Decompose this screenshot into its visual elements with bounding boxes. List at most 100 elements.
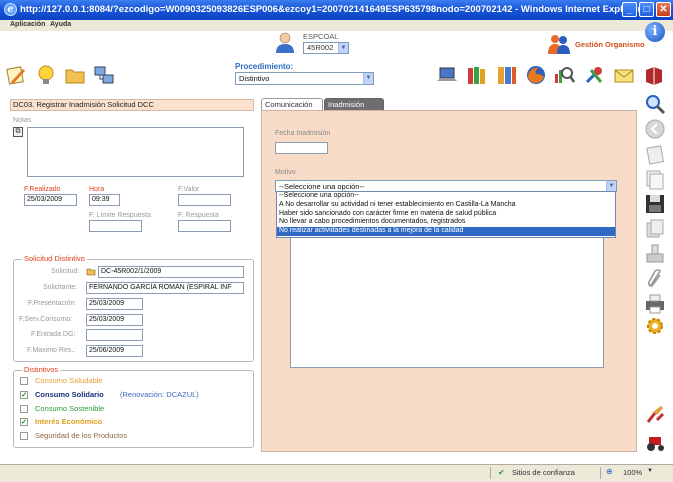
globe-icon: ⊕	[606, 467, 613, 476]
chevron-down-icon: ▼	[338, 43, 348, 53]
f-presentacion-input[interactable]: 25/03/2009	[86, 298, 143, 310]
motivo-description-area	[290, 237, 604, 368]
distintivos-legend: Distintivos	[22, 365, 61, 374]
solicitante-label: Solicitante:	[43, 284, 78, 291]
notes-expand-icon[interactable]: ⧉	[13, 127, 23, 137]
checkbox-unchecked[interactable]	[20, 432, 28, 441]
solicitud-label: Solicitud:	[51, 268, 80, 275]
copy-icon[interactable]	[643, 217, 667, 241]
f-limite-respuesta-input[interactable]	[89, 220, 142, 232]
gestion-organismo-label[interactable]: Gestión Organismo	[575, 40, 645, 49]
f-respuesta-input[interactable]	[178, 220, 231, 232]
envelope-icon[interactable]	[613, 64, 635, 86]
distintivo-label: Seguridad de los Productos	[35, 431, 128, 441]
hora-input[interactable]: 09:39	[89, 194, 120, 206]
binders-icon[interactable]	[496, 64, 518, 86]
minimize-button[interactable]: _	[622, 2, 637, 17]
status-bar: ✔ Sitios de confianza ⊕ 100% ▼	[0, 464, 673, 482]
user-icon	[276, 32, 294, 53]
f-respuesta-label: F. Respuesta	[178, 212, 219, 219]
close-button[interactable]: ✕	[656, 2, 671, 17]
checkbox-checked[interactable]: ✓	[20, 418, 28, 427]
back-arrow-icon[interactable]	[643, 117, 667, 141]
zoom-control[interactable]: ⊕ 100% ▼	[600, 467, 673, 479]
stamp-icon[interactable]	[643, 242, 667, 266]
espcoal-label: ESPCOAL	[303, 32, 339, 41]
folder-icon[interactable]	[86, 267, 96, 277]
f-serv-consumo-input[interactable]: 25/03/2009	[86, 314, 143, 326]
motivo-option[interactable]: Haber sido sancionado con carácter firme…	[277, 210, 615, 219]
security-zone: ✔ Sitios de confianza	[490, 467, 600, 479]
chevron-down-icon: ▼	[647, 468, 653, 474]
clean-brush-icon[interactable]	[643, 402, 667, 426]
motivo-selected-value: --Seleccione una opción--	[279, 182, 365, 191]
f-entrada-dg-label: F.Entrada DG:	[31, 331, 76, 338]
edit-document-icon[interactable]	[5, 64, 27, 86]
espcoal-select[interactable]: 45R002 ▼	[303, 42, 349, 54]
motivo-option[interactable]: A No desarrollar su actividad ni tener e…	[277, 201, 615, 210]
f-realizado-label: F.Realizado	[24, 186, 61, 193]
tab-comunicacion[interactable]: Comunicación	[261, 98, 323, 110]
book-red-icon[interactable]	[643, 64, 665, 86]
distintivo-label: Consumo Saludable	[35, 376, 103, 385]
fecha-inadmision-label: Fecha Inadmisión	[275, 130, 331, 137]
notas-textarea[interactable]	[27, 127, 244, 177]
f-maximo-res-label: F.Maximo Res.:	[27, 347, 76, 354]
app-header: ESPCOAL 45R002 ▼ Gestión Organismo i Pro…	[0, 22, 673, 88]
network-computers-icon[interactable]	[93, 64, 115, 86]
organization-icon	[548, 35, 570, 54]
notas-label: Notas	[13, 117, 32, 124]
solicitud-distintivo-legend: Solicitud Distintivo	[22, 254, 87, 263]
documents-icon[interactable]	[643, 167, 667, 191]
status-message	[0, 467, 490, 479]
firefox-icon[interactable]	[525, 64, 547, 86]
solicitud-input[interactable]: DC-45R002/1/2009	[98, 266, 244, 278]
motivo-option[interactable]: No llevar a cabo procedimientos document…	[277, 218, 615, 227]
chevron-down-icon: ▼	[363, 73, 373, 84]
checkbox-unchecked[interactable]	[20, 404, 28, 413]
checkbox-unchecked[interactable]	[20, 377, 28, 385]
menu-ayuda[interactable]: Ayuda	[50, 21, 71, 28]
solicitante-input[interactable]: FERNANDO GARCÍA ROMÁN (ESPIRAL INF	[86, 282, 244, 294]
printer-icon[interactable]	[643, 292, 667, 316]
f-realizado-input[interactable]: 25/03/2009	[24, 194, 77, 206]
menu-aplicacion[interactable]: Aplicación	[10, 21, 45, 28]
zoom-level: 100%	[623, 468, 643, 477]
tractor-exit-icon[interactable]	[643, 430, 667, 454]
document-icon[interactable]	[643, 142, 667, 166]
menu-bar: Aplicación Ayuda	[0, 20, 673, 31]
f-valor-label: F.Valor	[178, 186, 200, 193]
procedimiento-label: Procedimiento:	[235, 62, 294, 71]
f-valor-input[interactable]	[178, 194, 231, 206]
window-title-bar: e http://127.0.0.1:8084/?ezcodigo=W00903…	[0, 0, 673, 20]
tools-icon[interactable]	[583, 64, 605, 86]
motivo-label: Motivo	[275, 169, 296, 176]
save-disk-icon[interactable]	[643, 192, 667, 216]
motivo-option-highlighted[interactable]: No realizar actividades destinadas a la …	[277, 227, 615, 236]
internet-explorer-icon: e	[4, 3, 17, 16]
f-maximo-res-input[interactable]: 25/06/2009	[86, 345, 143, 357]
books-icon[interactable]	[466, 64, 488, 86]
maximize-button[interactable]: □	[639, 2, 654, 17]
window-title: http://127.0.0.1:8084/?ezcodigo=W0090325…	[20, 4, 642, 15]
settings-gear-icon[interactable]	[643, 314, 667, 338]
checkbox-checked[interactable]: ✓	[20, 390, 28, 399]
espcoal-value: 45R002	[307, 43, 334, 52]
distintivo-renovacion: (Renovación: DCAZUL)	[120, 389, 199, 399]
info-icon[interactable]: i	[645, 22, 665, 42]
hora-label: Hora	[89, 186, 105, 193]
laptop-icon[interactable]	[436, 64, 458, 86]
fecha-inadmision-input[interactable]	[275, 142, 328, 154]
motivo-dropdown-list: --Seleccione una opción-- A No desarroll…	[276, 191, 616, 238]
search-chart-icon[interactable]	[553, 64, 575, 86]
lightbulb-icon[interactable]	[35, 64, 57, 86]
folder-icon[interactable]	[64, 64, 86, 86]
paperclip-icon[interactable]	[643, 267, 667, 291]
magnifier-icon[interactable]	[643, 92, 667, 116]
procedimiento-select[interactable]: Distintivo ▼	[235, 72, 374, 85]
f-entrada-dg-input[interactable]	[86, 329, 143, 341]
tab-inadmision[interactable]: Inadmisión	[324, 98, 384, 110]
motivo-option[interactable]: --Seleccione una opción--	[277, 192, 615, 201]
f-limite-respuesta-label: F. Límite Respuesta	[89, 212, 151, 219]
f-serv-consumo-label: F.Serv.Consumo:	[19, 316, 73, 323]
